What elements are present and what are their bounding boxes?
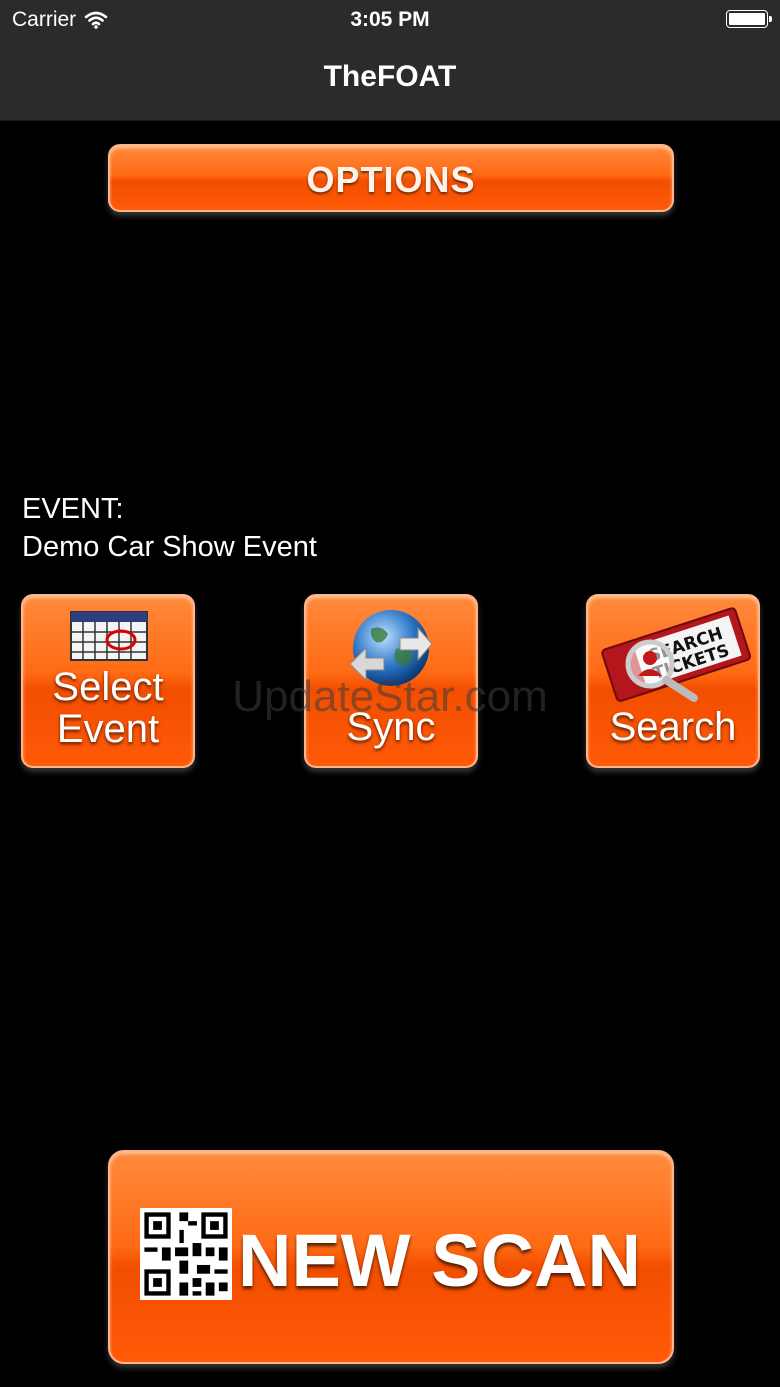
search-tickets-icon: SEARCH TICKETS: [601, 607, 752, 702]
sync-button[interactable]: Sync: [304, 594, 478, 768]
options-button[interactable]: OPTIONS: [108, 144, 674, 212]
select-event-label-line1: Select: [52, 665, 164, 709]
event-name: Demo Car Show Event: [22, 531, 317, 563]
sync-label: Sync: [346, 705, 436, 749]
search-button[interactable]: SEARCH TICKETS Search: [586, 594, 760, 768]
globe-sync-icon: [349, 610, 433, 686]
battery-icon: [726, 10, 772, 28]
calendar-icon: [70, 611, 148, 661]
select-event-label-line2: Event: [56, 707, 160, 751]
qr-code-icon: [140, 1208, 232, 1300]
options-button-label: OPTIONS: [306, 159, 476, 200]
new-scan-button[interactable]: NEW SCAN: [108, 1150, 674, 1364]
page-title: TheFOAT: [323, 60, 457, 93]
status-bar: Carrier 3:05 PM: [0, 0, 780, 40]
status-time: 3:05 PM: [350, 8, 430, 31]
select-event-button[interactable]: Select Event: [21, 594, 195, 768]
new-scan-label: NEW SCAN: [238, 1219, 641, 1302]
search-label: Search: [609, 705, 737, 749]
event-label: EVENT:: [22, 493, 124, 525]
navigation-bar: TheFOAT: [0, 40, 780, 121]
